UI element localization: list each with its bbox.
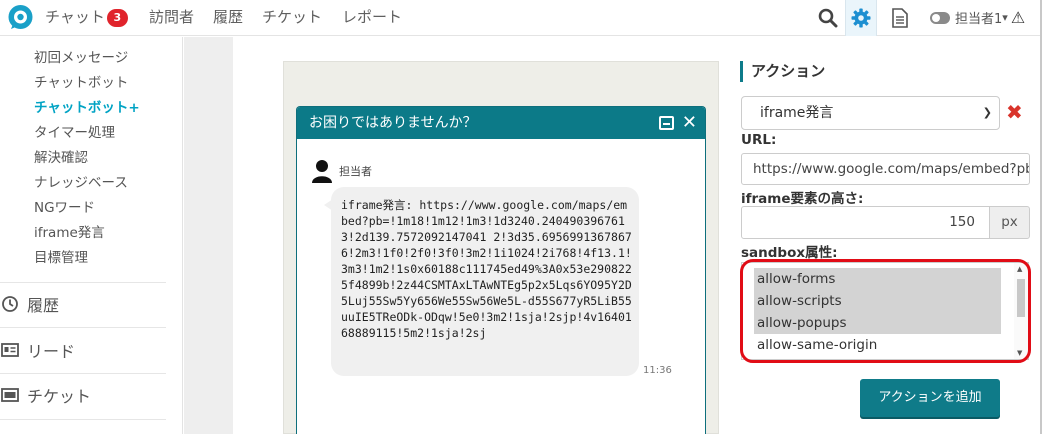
nav-tickets[interactable]: チケット (262, 7, 322, 27)
sidebar-item-ng-words[interactable]: NGワード (34, 199, 95, 217)
sidebar-divider (0, 419, 166, 420)
ticket-icon (0, 385, 20, 405)
sidebar-divider (0, 327, 166, 328)
scrollbar-thumb[interactable] (1017, 279, 1025, 317)
agent-status-menu[interactable]: 担当者1 ▾ ⚠ (930, 8, 1025, 27)
message-sender: 担当者 (311, 159, 372, 183)
listbox-scrollbar[interactable]: ▲ ▼ (1014, 263, 1028, 359)
chevron-down-icon: ▾ (1002, 11, 1008, 24)
status-toggle-icon[interactable] (930, 11, 950, 24)
chat-count-badge: 3 (106, 9, 128, 27)
action-type-select[interactable]: iframe発言 ❯ (741, 96, 1000, 130)
chat-widget-title: お困りではありませんか？ (309, 115, 477, 131)
sidebar-item-chatbot-plus[interactable]: チャットボット+ (34, 99, 140, 117)
sidebar-item-timer[interactable]: タイマー処理 (34, 124, 115, 142)
nav-chat[interactable]: チャット 3 (45, 7, 128, 27)
chat-widget-preview: お困りではありませんか？ ✕ 担当者 iframe発言: https://www… (296, 106, 706, 434)
sandbox-label: sandbox属性: (741, 245, 838, 261)
nav-reports[interactable]: レポート (342, 7, 402, 27)
sidebar-item-goals[interactable]: 目標管理 (34, 249, 88, 267)
sidebar-section-leads-label: リード (27, 342, 76, 361)
sidebar-section-history-label: 履歴 (27, 296, 60, 315)
sidebar-item-iframe[interactable]: iframe発言 (34, 224, 105, 242)
add-action-button[interactable]: アクションを追加 (860, 379, 1000, 417)
top-navigation: チャット 3 訪問者 履歴 チケット レポート 担当者1 ▾ ⚠ (0, 0, 1042, 36)
nav-visitors[interactable]: 訪問者 (149, 7, 194, 27)
sender-name: 担当者 (339, 165, 372, 178)
scroll-up-icon[interactable]: ▲ (1017, 265, 1022, 273)
sidebar-item-knowledge-base[interactable]: ナレッジベース (34, 174, 128, 192)
iframe-height-input[interactable]: 150 (741, 206, 990, 239)
sandbox-option[interactable]: allow-scripts (754, 290, 1001, 312)
sidebar-section-leads[interactable]: リード (0, 338, 75, 362)
content-gutter (184, 37, 233, 434)
id-card-icon (0, 340, 20, 360)
height-unit-addon: px (989, 206, 1030, 239)
gear-icon (851, 8, 871, 28)
sandbox-option[interactable]: allow-forms (754, 268, 1001, 290)
sidebar-section-tickets-label: チケット (27, 387, 92, 406)
sidebar-section-tickets[interactable]: チケット (0, 383, 91, 407)
history-icon (0, 294, 20, 314)
sidebar-item-chatbot[interactable]: チャットボット (34, 74, 128, 92)
url-input[interactable]: https://www.google.com/maps/embed?pb=!1m… (741, 153, 1030, 185)
sandbox-option[interactable]: allow-popups (754, 312, 1001, 334)
chevron-down-icon: ❯ (982, 106, 992, 119)
message-timestamp: 11:36 (643, 365, 672, 376)
settings-gear-button[interactable] (845, 0, 877, 36)
sidebar-divider (0, 282, 166, 283)
sidebar-item-resolution-check[interactable]: 解決確認 (34, 149, 88, 167)
close-icon[interactable]: ✕ (682, 107, 697, 139)
search-icon[interactable] (815, 0, 841, 36)
sidebar: 初回メッセージ チャットボット チャットボット+ タイマー処理 解決確認 ナレッ… (0, 37, 183, 434)
nav-history[interactable]: 履歴 (213, 7, 243, 27)
url-label: URL: (741, 132, 777, 148)
delete-action-icon[interactable]: ✖ (1006, 100, 1023, 124)
message-bubble: iframe発言: https://www.google.com/maps/em… (324, 187, 639, 376)
iframe-height-label: iframe要素の高さ: (741, 191, 864, 207)
chat-widget-header: お困りではありませんか？ ✕ (297, 107, 705, 139)
sidebar-item-first-message[interactable]: 初回メッセージ (34, 49, 128, 67)
action-type-value: iframe発言 (760, 105, 834, 121)
sandbox-multiselect[interactable]: allow-forms allow-scripts allow-popups a… (741, 262, 1029, 360)
chat-logo-icon[interactable] (7, 4, 34, 31)
agent-avatar-icon (312, 160, 332, 183)
sidebar-divider (0, 373, 166, 374)
document-icon[interactable] (888, 0, 912, 36)
sandbox-option[interactable]: allow-same-origin (754, 334, 1001, 356)
minimize-icon[interactable] (659, 116, 674, 130)
agent-name: 担当者1 (955, 12, 1003, 27)
scroll-down-icon[interactable]: ▼ (1017, 349, 1022, 357)
nav-chat-label: チャット (45, 8, 105, 26)
warning-icon[interactable]: ⚠ (1011, 8, 1025, 27)
action-panel-title: アクション (740, 61, 825, 82)
sidebar-section-history[interactable]: 履歴 (0, 292, 59, 316)
